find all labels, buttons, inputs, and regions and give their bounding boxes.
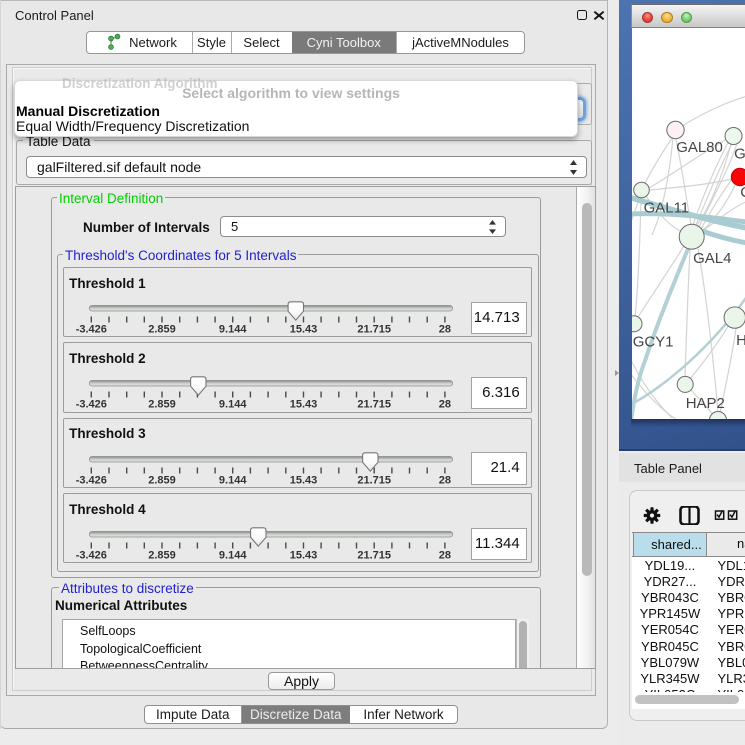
svg-text:GAL4: GAL4 bbox=[693, 250, 731, 267]
svg-text:GA: GA bbox=[734, 145, 745, 162]
svg-text:21.715: 21.715 bbox=[357, 550, 391, 562]
svg-text:9.144: 9.144 bbox=[219, 474, 247, 486]
svg-text:9.144: 9.144 bbox=[219, 324, 247, 336]
svg-text:-3.426: -3.426 bbox=[75, 324, 106, 336]
svg-text:2.859: 2.859 bbox=[148, 324, 176, 336]
svg-text:15.43: 15.43 bbox=[289, 324, 317, 336]
svg-text:C: C bbox=[740, 184, 745, 201]
svg-text:28: 28 bbox=[438, 324, 450, 336]
svg-text:GAL80: GAL80 bbox=[676, 139, 723, 156]
svg-text:HAP2: HAP2 bbox=[686, 395, 725, 412]
svg-text:2.859: 2.859 bbox=[148, 474, 176, 486]
svg-text:21.715: 21.715 bbox=[357, 324, 391, 336]
svg-text:15.43: 15.43 bbox=[289, 474, 317, 486]
svg-text:-3.426: -3.426 bbox=[75, 399, 106, 411]
svg-text:GCY1: GCY1 bbox=[633, 333, 674, 350]
svg-text:21.715: 21.715 bbox=[357, 474, 391, 486]
svg-text:21.715: 21.715 bbox=[357, 399, 391, 411]
svg-text:-3.426: -3.426 bbox=[75, 474, 106, 486]
svg-text:-3.426: -3.426 bbox=[75, 550, 106, 562]
svg-text:H: H bbox=[736, 332, 745, 349]
svg-text:28: 28 bbox=[438, 550, 450, 562]
svg-text:9.144: 9.144 bbox=[219, 399, 247, 411]
svg-text:2.859: 2.859 bbox=[148, 399, 176, 411]
svg-text:GAL11: GAL11 bbox=[644, 199, 690, 216]
svg-text:15.43: 15.43 bbox=[289, 550, 317, 562]
svg-text:15.43: 15.43 bbox=[289, 399, 317, 411]
svg-text:9.144: 9.144 bbox=[219, 550, 247, 562]
svg-text:28: 28 bbox=[438, 474, 450, 486]
svg-text:2.859: 2.859 bbox=[148, 550, 176, 562]
svg-text:28: 28 bbox=[438, 399, 450, 411]
